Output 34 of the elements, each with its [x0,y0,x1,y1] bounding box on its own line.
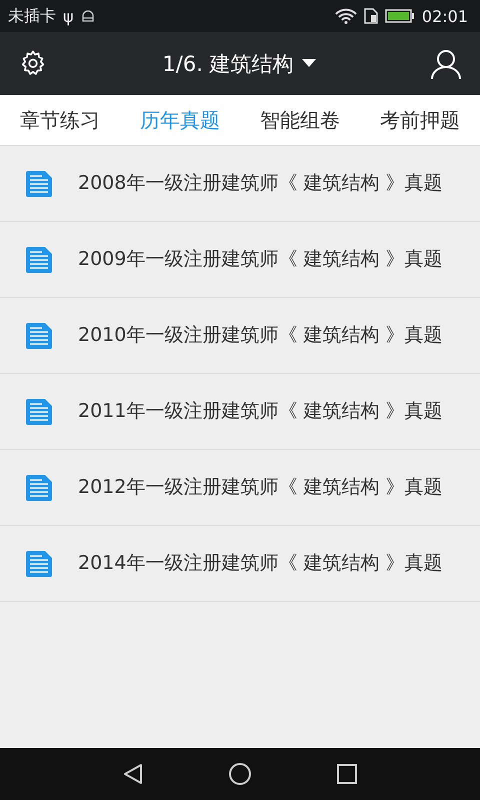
usb-icon: ψ [63,6,74,26]
exam-title: 2008年一级注册建筑师《 建筑结构 》真题 [78,171,444,196]
exam-title: 2009年一级注册建筑师《 建筑结构 》真题 [78,247,444,272]
exam-title: 2010年一级注册建筑师《 建筑结构 》真题 [78,323,444,348]
exam-title: 2014年一级注册建筑师《 建筑结构 》真题 [78,551,444,576]
exam-list-item[interactable]: 2009年一级注册建筑师《 建筑结构 》真题 [0,222,480,298]
user-icon[interactable] [430,48,462,80]
back-icon[interactable] [122,763,144,785]
tab[interactable]: 智能组卷 [258,102,342,138]
tab[interactable]: 考前押题 [378,102,462,138]
android-icon [80,10,95,22]
wifi-icon [334,8,357,24]
clock-text: 02:01 [422,6,468,26]
recents-icon[interactable] [336,763,358,785]
exam-list-item[interactable]: 2008年一级注册建筑师《 建筑结构 》真题 [0,146,480,222]
carrier-text: 未插卡 [8,6,56,26]
document-icon [24,246,54,274]
subject-dropdown[interactable]: 1/6. 建筑结构 [162,50,316,78]
exam-list-item[interactable]: 2010年一级注册建筑师《 建筑结构 》真题 [0,298,480,374]
sim-icon [364,8,378,24]
exam-list-item[interactable]: 2012年一级注册建筑师《 建筑结构 》真题 [0,450,480,526]
document-icon [24,398,54,426]
exam-title: 2012年一级注册建筑师《 建筑结构 》真题 [78,475,444,500]
battery-icon [384,9,415,23]
document-icon [24,550,54,578]
document-icon [24,474,54,502]
exam-list-item[interactable]: 2014年一级注册建筑师《 建筑结构 》真题 [0,526,480,602]
document-icon [24,322,54,350]
home-icon[interactable] [228,762,252,786]
caret-icon [302,59,316,68]
exam-list-item[interactable]: 2011年一级注册建筑师《 建筑结构 》真题 [0,374,480,450]
exam-title: 2011年一级注册建筑师《 建筑结构 》真题 [78,399,444,424]
document-icon [24,170,54,198]
tab[interactable]: 章节练习 [18,102,102,138]
